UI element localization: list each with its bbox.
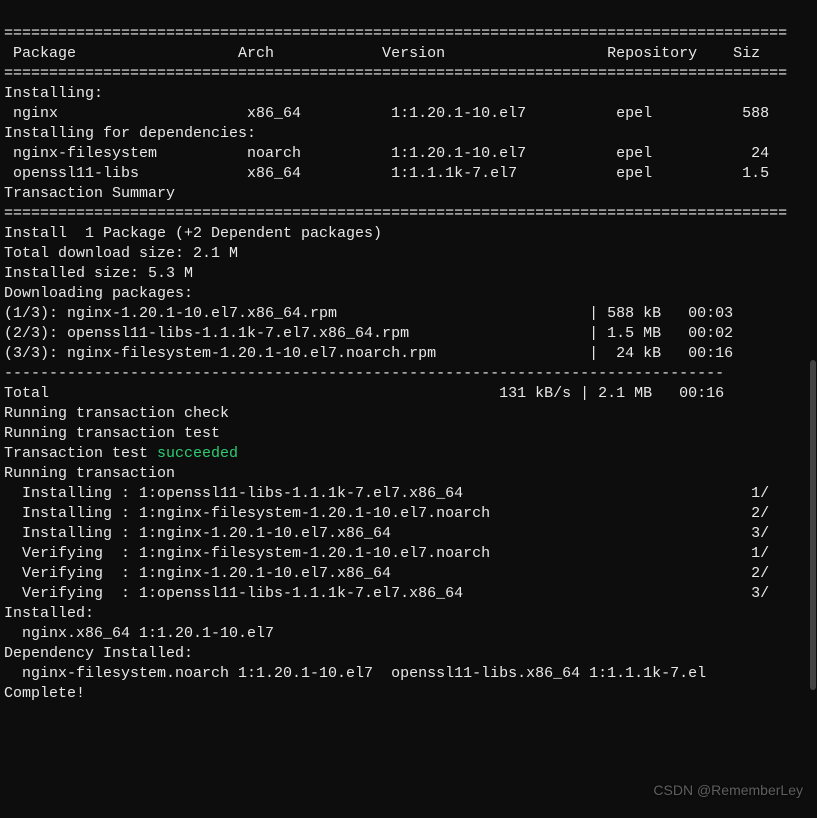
terminal-line: ========================================… xyxy=(4,204,813,224)
terminal-line: Verifying : 1:openssl11-libs-1.1.1k-7.el… xyxy=(4,584,813,604)
terminal-line: Installed: xyxy=(4,604,813,624)
terminal-line: Running transaction check xyxy=(4,404,813,424)
terminal-line: Total download size: 2.1 M xyxy=(4,244,813,264)
terminal-line: Installed size: 5.3 M xyxy=(4,264,813,284)
terminal-line: Installing : 1:nginx-filesystem-1.20.1-1… xyxy=(4,504,813,524)
terminal-line: ========================================… xyxy=(4,64,813,84)
terminal-line: Verifying : 1:nginx-1.20.1-10.el7.x86_64… xyxy=(4,564,813,584)
terminal-line: Transaction test succeeded xyxy=(4,444,813,464)
terminal-line: openssl11-libs x86_64 1:1.1.1k-7.el7 epe… xyxy=(4,164,813,184)
terminal-line: nginx-filesystem noarch 1:1.20.1-10.el7 … xyxy=(4,144,813,164)
terminal-line: Installing: xyxy=(4,84,813,104)
terminal-line: Running transaction test xyxy=(4,424,813,444)
terminal-line: (3/3): nginx-filesystem-1.20.1-10.el7.no… xyxy=(4,344,813,364)
terminal-line: (2/3): openssl11-libs-1.1.1k-7.el7.x86_6… xyxy=(4,324,813,344)
terminal-line: Transaction Summary xyxy=(4,184,813,204)
scrollbar-thumb[interactable] xyxy=(810,360,816,690)
terminal-line: Total 131 kB/s | 2.1 MB 00:16 xyxy=(4,384,813,404)
terminal-line: Verifying : 1:nginx-filesystem-1.20.1-10… xyxy=(4,544,813,564)
terminal-line: nginx x86_64 1:1.20.1-10.el7 epel 588 xyxy=(4,104,813,124)
terminal-line: Installing for dependencies: xyxy=(4,124,813,144)
terminal-output: ========================================… xyxy=(0,0,817,728)
watermark: CSDN @RememberLey xyxy=(653,780,803,800)
terminal-line: ========================================… xyxy=(4,24,813,44)
terminal-line: Installing : 1:openssl11-libs-1.1.1k-7.e… xyxy=(4,484,813,504)
terminal-line: Installing : 1:nginx-1.20.1-10.el7.x86_6… xyxy=(4,524,813,544)
terminal-line: Package Arch Version Repository Siz xyxy=(4,44,813,64)
terminal-line: nginx-filesystem.noarch 1:1.20.1-10.el7 … xyxy=(4,664,813,684)
status-succeeded: succeeded xyxy=(157,445,238,462)
terminal-line: Install 1 Package (+2 Dependent packages… xyxy=(4,224,813,244)
terminal-line: (1/3): nginx-1.20.1-10.el7.x86_64.rpm | … xyxy=(4,304,813,324)
terminal-line: ----------------------------------------… xyxy=(4,364,813,384)
terminal-line: nginx.x86_64 1:1.20.1-10.el7 xyxy=(4,624,813,644)
terminal-line: Complete! xyxy=(4,684,813,704)
scrollbar[interactable] xyxy=(809,0,817,818)
terminal-line: Downloading packages: xyxy=(4,284,813,304)
terminal-line: Dependency Installed: xyxy=(4,644,813,664)
terminal-line: Running transaction xyxy=(4,464,813,484)
